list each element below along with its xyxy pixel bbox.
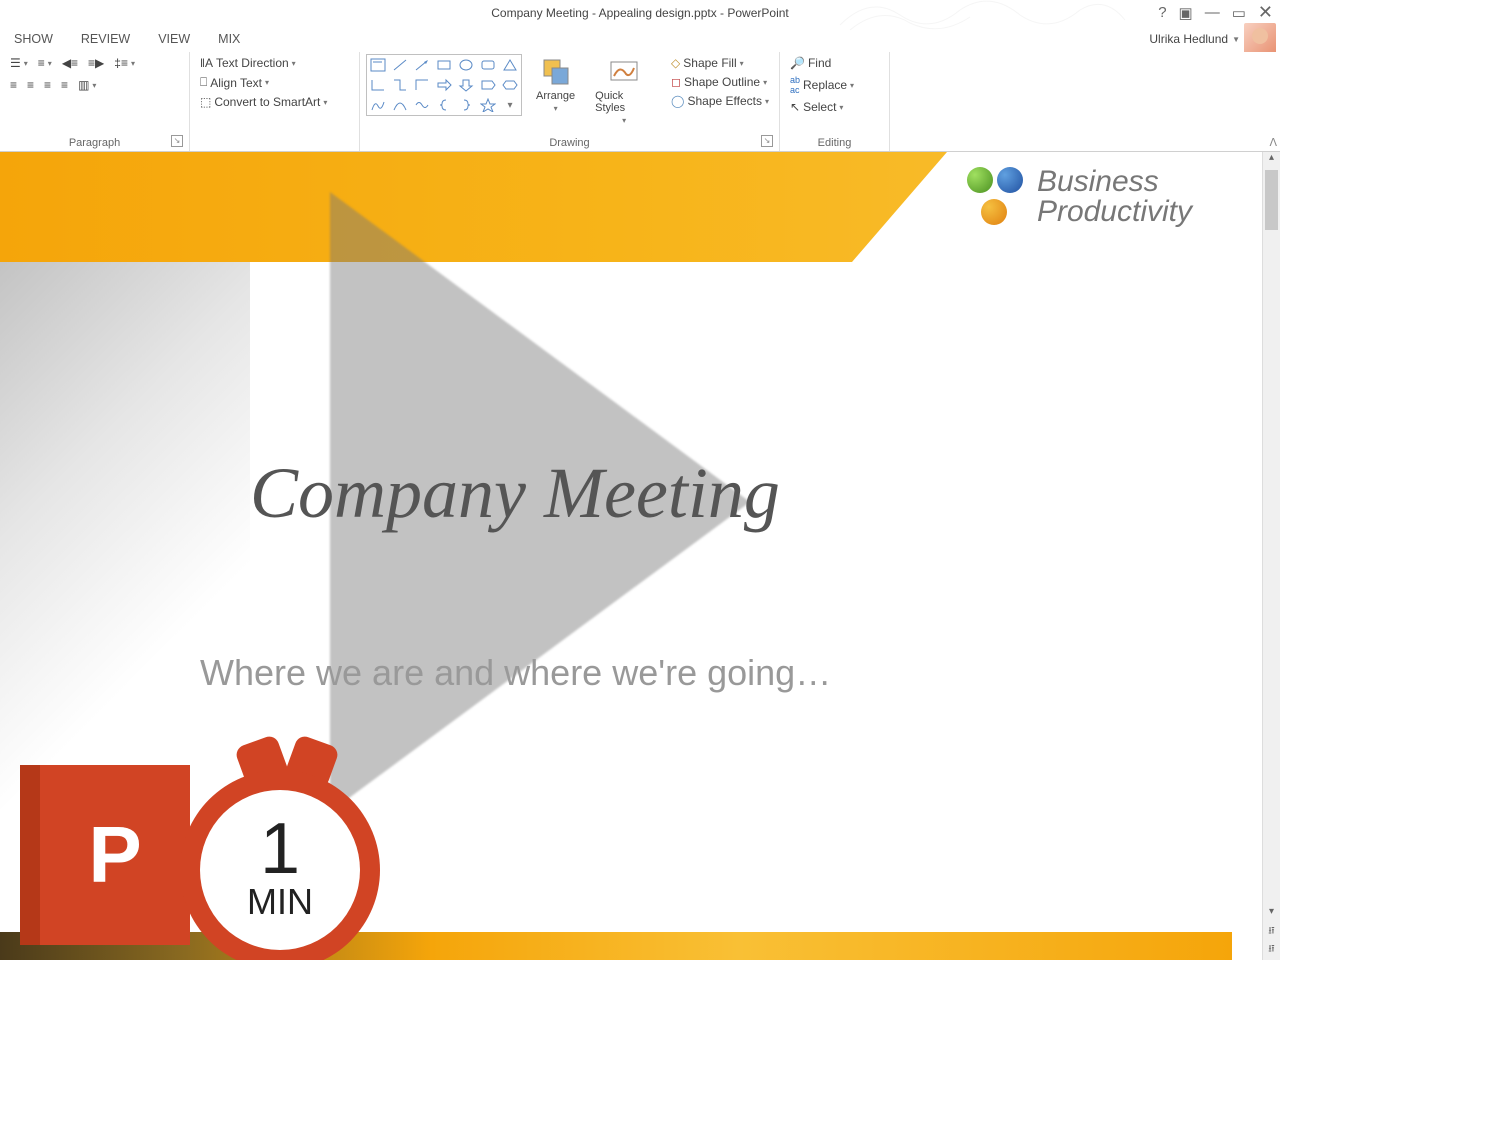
scroll-down-icon[interactable]: ▾ [1263,906,1280,924]
align-right-button[interactable]: ≡ [40,76,55,94]
shape-pentagon-icon[interactable] [477,75,499,95]
next-slide-icon[interactable]: ⭿ [1263,942,1280,960]
ribbon: ☰▾ ≡▾ ◀≡ ≡▶ ‡≡▾ ≡ ≡ ≡ ≡ ▥▾ Paragraph ↘ ‖… [0,52,1280,152]
scrollbar-thumb[interactable] [1265,170,1278,230]
text-direction-icon: ‖A [200,56,213,70]
avatar[interactable] [1244,23,1276,55]
select-button[interactable]: ↖Select▾ [786,98,858,116]
powerpoint-icon: P [40,765,190,945]
text-direction-button[interactable]: ‖AText Direction▾ [196,54,331,72]
shape-outline-button[interactable]: ◻Shape Outline▾ [667,73,773,91]
close-icon[interactable]: ✕ [1255,2,1276,23]
quick-styles-button[interactable]: Quick Styles▾ [589,54,659,127]
align-text-button[interactable]: ⎕Align Text▾ [196,73,331,92]
columns-button[interactable]: ▥▾ [74,76,100,94]
shape-oval-icon[interactable] [455,55,477,75]
shape-connector-elbow-arrow-icon[interactable] [389,75,411,95]
collapse-ribbon-icon[interactable]: ᐱ [1269,136,1277,149]
shape-hexagon-icon[interactable] [499,75,521,95]
bullets-button[interactable]: ☰▾ [6,54,32,72]
align-text-icon: ⎕ [200,75,207,90]
minimize-icon[interactable]: — [1202,4,1223,21]
outline-icon: ◻ [671,75,681,89]
shape-arrow-line-icon[interactable] [411,55,433,75]
help-icon[interactable]: ? [1155,4,1169,21]
tab-review[interactable]: REVIEW [67,32,144,46]
user-name[interactable]: Ulrika Hedlund [1149,32,1228,46]
timer-unit: MIN [247,881,313,923]
shape-rounded-rect-icon[interactable] [477,55,499,75]
line-spacing-button[interactable]: ‡≡▾ [110,54,139,72]
effects-icon: ◯ [671,94,684,108]
scroll-up-icon[interactable]: ▴ [1263,152,1280,170]
window-title: Company Meeting - Appealing design.pptx … [491,6,789,20]
shape-rectangle-icon[interactable] [433,55,455,75]
find-icon: 🔎 [790,56,805,70]
shape-effects-button[interactable]: ◯Shape Effects▾ [667,92,773,110]
tab-show[interactable]: SHOW [0,32,67,46]
slide[interactable]: Business Productivity Company Meeting Wh… [0,152,1232,960]
powerpoint-badge: P 1 MIN [40,740,380,960]
find-button[interactable]: 🔎Find [786,54,858,72]
smartart-icon: ⬚ [200,95,211,109]
title-bar: Company Meeting - Appealing design.pptx … [0,0,1280,26]
tab-mix[interactable]: MIX [204,32,254,46]
ribbon-tabs: SHOW REVIEW VIEW MIX Ulrika Hedlund ▼ [0,26,1280,52]
shape-curve-icon[interactable] [367,95,389,115]
slide-subtitle[interactable]: Where we are and where we're going… [200,652,831,694]
shape-brace-right-icon[interactable] [455,95,477,115]
shape-star-icon[interactable] [477,95,499,115]
shape-more-icon[interactable]: ▾ [499,95,521,115]
timer-number: 1 [260,817,300,882]
shape-line-icon[interactable] [389,55,411,75]
shape-arc-icon[interactable] [389,95,411,115]
group-label-drawing: Drawing [366,135,773,151]
shapes-gallery[interactable]: ▾ [366,54,522,116]
shape-fill-button[interactable]: ◇Shape Fill▾ [667,54,773,72]
slide-canvas-area: Business Productivity Company Meeting Wh… [0,152,1280,960]
increase-indent-button[interactable]: ≡▶ [84,54,108,72]
vertical-scrollbar[interactable]: ▴ ▾ ⭿ ⭿ [1262,152,1280,960]
tab-view[interactable]: VIEW [144,32,204,46]
slide-title[interactable]: Company Meeting [250,452,780,535]
shape-arrow-right-icon[interactable] [433,75,455,95]
quick-styles-icon [608,56,640,88]
dialog-launcher-drawing[interactable]: ↘ [761,135,773,147]
group-label-paragraph: Paragraph [6,135,183,151]
arrange-button[interactable]: Arrange▾ [530,54,581,115]
bucket-icon: ◇ [671,56,680,70]
group-label-editing: Editing [786,135,883,151]
align-center-button[interactable]: ≡ [23,76,38,94]
justify-button[interactable]: ≡ [57,76,72,94]
shape-wave-icon[interactable] [411,95,433,115]
arrange-icon [540,56,572,88]
align-left-button[interactable]: ≡ [6,76,21,94]
ribbon-options-icon[interactable]: ▣ [1176,4,1196,22]
brand-line1: Business [1037,167,1192,197]
shape-arrow-down-icon[interactable] [455,75,477,95]
brand-logo: Business Productivity [965,167,1192,227]
shape-textbox-icon[interactable] [367,55,389,75]
decrease-indent-button[interactable]: ◀≡ [58,54,82,72]
select-icon: ↖ [790,100,800,114]
shape-brace-left-icon[interactable] [433,95,455,115]
timer-badge: 1 MIN [180,740,380,960]
replace-button[interactable]: abacReplace▾ [786,73,858,97]
dialog-launcher-paragraph[interactable]: ↘ [171,135,183,147]
chevron-down-icon[interactable]: ▼ [1232,35,1240,44]
convert-smartart-button[interactable]: ⬚Convert to SmartArt▾ [196,93,331,111]
shape-connector-elbow-icon[interactable] [367,75,389,95]
prev-slide-icon[interactable]: ⭿ [1263,924,1280,942]
replace-icon: abac [790,75,800,95]
restore-icon[interactable]: ▭ [1229,4,1249,22]
shape-connector-l-icon[interactable] [411,75,433,95]
numbering-button[interactable]: ≡▾ [34,54,56,72]
brand-line2: Productivity [1037,197,1192,227]
shape-triangle-icon[interactable] [499,55,521,75]
